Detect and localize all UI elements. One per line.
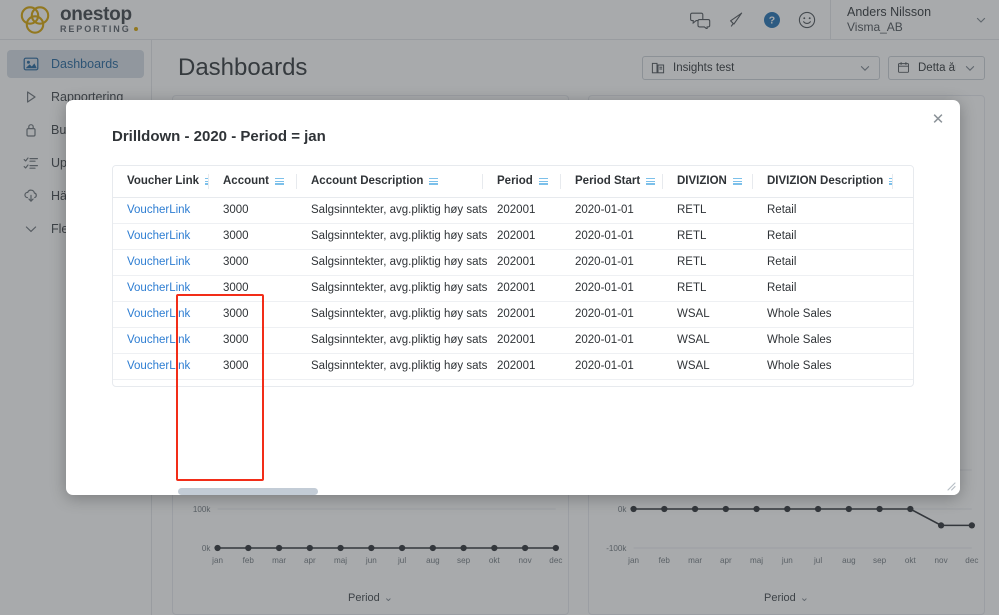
table-cell: 3000 — [209, 353, 297, 379]
table-cell-spacer — [893, 353, 914, 379]
table-cell: WSAL — [663, 327, 753, 353]
table-cell: Salgsinntekter, avg.pliktig høy sats — [297, 353, 483, 379]
column-header-period[interactable]: Period — [483, 166, 561, 197]
table-cell: Salgsinntekter, avg.pliktig høy sats — [297, 327, 483, 353]
table-cell: 3000 — [209, 223, 297, 249]
column-header-label: Account Description — [311, 175, 423, 187]
table-cell: 3000 — [209, 275, 297, 301]
voucher-link[interactable]: VoucherLink — [113, 197, 209, 223]
voucher-link[interactable]: VoucherLink — [113, 353, 209, 379]
table-body: VoucherLink3000Salgsinntekter, avg.plikt… — [113, 197, 914, 379]
table-cell: RETL — [663, 249, 753, 275]
table-cell: Retail — [753, 197, 893, 223]
table-cell: 202001 — [483, 275, 561, 301]
table-cell: 2020-01-01 — [561, 223, 663, 249]
table-row: VoucherLink3000Salgsinntekter, avg.plikt… — [113, 197, 914, 223]
column-header-account-description[interactable]: Account Description — [297, 166, 483, 197]
table-cell: 3000 — [209, 301, 297, 327]
table-cell: 202001 — [483, 223, 561, 249]
table-cell: 2020-01-01 — [561, 275, 663, 301]
table-cell: 2020-01-01 — [561, 327, 663, 353]
table-cell: Retail — [753, 223, 893, 249]
column-header-label: Period — [497, 175, 533, 187]
filter-icon[interactable] — [429, 178, 438, 185]
resize-grip-icon[interactable] — [944, 479, 956, 491]
table-cell-spacer — [893, 327, 914, 353]
table-cell: Salgsinntekter, avg.pliktig høy sats — [297, 275, 483, 301]
voucher-link[interactable]: VoucherLink — [113, 249, 209, 275]
table-cell: 2020-01-01 — [561, 353, 663, 379]
table-cell-spacer — [893, 197, 914, 223]
table-cell: 202001 — [483, 301, 561, 327]
table-row: VoucherLink3000Salgsinntekter, avg.plikt… — [113, 275, 914, 301]
table-row: VoucherLink3000Salgsinntekter, avg.plikt… — [113, 301, 914, 327]
filter-icon[interactable] — [733, 178, 742, 185]
table-cell: RETL — [663, 197, 753, 223]
column-header-label: Voucher Link — [127, 175, 199, 187]
voucher-link[interactable]: VoucherLink — [113, 301, 209, 327]
table-row: VoucherLink3000Salgsinntekter, avg.plikt… — [113, 249, 914, 275]
table-cell-spacer — [893, 275, 914, 301]
table-cell: 2020-01-01 — [561, 301, 663, 327]
table-cell: Salgsinntekter, avg.pliktig høy sats — [297, 249, 483, 275]
table-cell: Retail — [753, 275, 893, 301]
table-cell: Salgsinntekter, avg.pliktig høy sats — [297, 223, 483, 249]
voucher-link[interactable]: VoucherLink — [113, 327, 209, 353]
table-cell: WSAL — [663, 353, 753, 379]
table-cell: 3000 — [209, 197, 297, 223]
table-cell: RETL — [663, 223, 753, 249]
table-cell: Whole Sales — [753, 353, 893, 379]
table-horizontal-scrollbar[interactable] — [178, 488, 960, 495]
drilldown-table-container: Voucher Link Account Account Description Pe… — [112, 165, 914, 387]
table-cell-spacer — [893, 223, 914, 249]
column-header-voucher-link[interactable]: Voucher Link — [113, 166, 209, 197]
table-cell: 202001 — [483, 327, 561, 353]
table-cell: RETL — [663, 275, 753, 301]
filter-icon[interactable] — [539, 178, 548, 185]
table-cell: Salgsinntekter, avg.pliktig høy sats — [297, 197, 483, 223]
table-cell: 202001 — [483, 197, 561, 223]
table-cell: 202001 — [483, 249, 561, 275]
filter-icon[interactable] — [275, 178, 284, 185]
table-row: VoucherLink3000Salgsinntekter, avg.plikt… — [113, 223, 914, 249]
column-header-label: Account — [223, 175, 269, 187]
table-cell: 202001 — [483, 353, 561, 379]
filter-icon[interactable] — [646, 178, 655, 185]
drilldown-modal: ✕ Drilldown - 2020 - Period = jan Vouche… — [66, 100, 960, 495]
table-row: VoucherLink3000Salgsinntekter, avg.plikt… — [113, 353, 914, 379]
modal-title: Drilldown - 2020 - Period = jan — [112, 128, 326, 145]
table-cell: Salgsinntekter, avg.pliktig høy sats — [297, 301, 483, 327]
table-cell-spacer — [893, 301, 914, 327]
table-row: VoucherLink3000Salgsinntekter, avg.plikt… — [113, 327, 914, 353]
table-cell: 3000 — [209, 327, 297, 353]
voucher-link[interactable]: VoucherLink — [113, 223, 209, 249]
column-header-divizion-description[interactable]: DIVIZION Description — [753, 166, 893, 197]
drilldown-table: Voucher Link Account Account Description Pe… — [113, 166, 914, 380]
column-header-label: DIVIZION — [677, 175, 727, 187]
table-cell: Whole Sales — [753, 301, 893, 327]
voucher-link[interactable]: VoucherLink — [113, 275, 209, 301]
table-cell: WSAL — [663, 301, 753, 327]
table-cell-spacer — [893, 249, 914, 275]
table-header: Voucher Link Account Account Description Pe… — [113, 166, 914, 197]
column-header-blank[interactable] — [893, 166, 914, 197]
close-icon[interactable]: ✕ — [928, 109, 948, 129]
column-header-account[interactable]: Account — [209, 166, 297, 197]
column-header-period-start[interactable]: Period Start — [561, 166, 663, 197]
table-cell: Retail — [753, 249, 893, 275]
table-cell: 2020-01-01 — [561, 249, 663, 275]
column-header-label: Period Start — [575, 175, 640, 187]
table-cell: Whole Sales — [753, 327, 893, 353]
column-header-label: DIVIZION Description — [767, 175, 883, 187]
table-cell: 3000 — [209, 249, 297, 275]
table-cell: 2020-01-01 — [561, 197, 663, 223]
scrollbar-thumb[interactable] — [178, 488, 318, 495]
column-header-divizion[interactable]: DIVIZION — [663, 166, 753, 197]
